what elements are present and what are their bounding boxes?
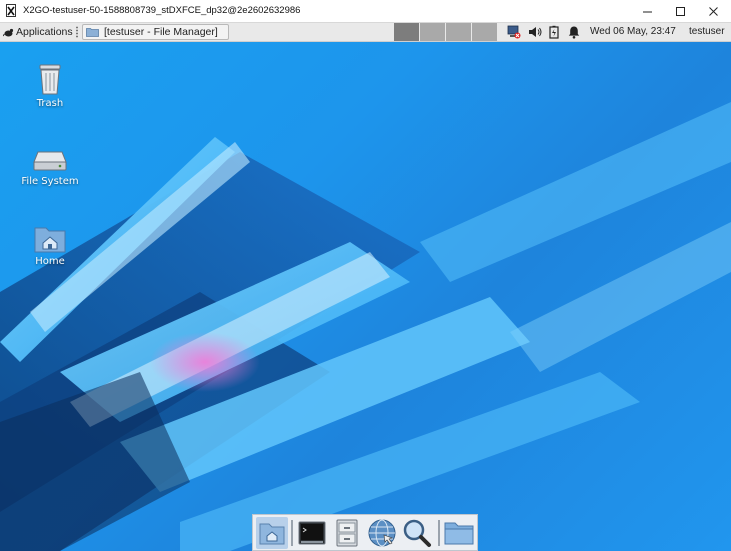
window-titlebar: X2GO-testuser-50-1588808739_stDXFCE_dp32… bbox=[0, 0, 731, 23]
file-manager-icon bbox=[336, 519, 358, 547]
maximize-icon bbox=[675, 7, 685, 16]
dock-folder[interactable] bbox=[443, 517, 475, 549]
dock-show-desktop[interactable] bbox=[256, 517, 288, 549]
dock-app-finder[interactable] bbox=[401, 517, 433, 549]
close-button[interactable] bbox=[697, 0, 729, 23]
clock[interactable]: Wed 06 May, 23:47 bbox=[590, 26, 676, 37]
applications-label: Applications bbox=[16, 26, 73, 38]
close-icon bbox=[708, 7, 718, 16]
terminal-icon bbox=[298, 521, 326, 545]
workspace-2[interactable] bbox=[420, 23, 445, 41]
drive-icon bbox=[33, 151, 67, 171]
network-disconnected-icon[interactable] bbox=[507, 25, 521, 39]
app-finder-icon bbox=[403, 519, 431, 547]
username-menu[interactable]: testuser bbox=[689, 26, 725, 37]
show-desktop-icon bbox=[259, 523, 285, 545]
minimize-icon bbox=[642, 11, 652, 13]
xfce-mouse-icon bbox=[3, 28, 14, 36]
workspace-1[interactable] bbox=[394, 23, 419, 41]
desktop-icon-label: File System bbox=[21, 176, 79, 187]
desktop-icon-trash[interactable]: Trash bbox=[15, 62, 85, 109]
trash-icon bbox=[39, 64, 61, 95]
maximize-button[interactable] bbox=[664, 0, 696, 23]
workspace-4[interactable] bbox=[472, 23, 497, 41]
window-title: X2GO-testuser-50-1588808739_stDXFCE_dp32… bbox=[23, 5, 301, 16]
volume-icon[interactable] bbox=[528, 25, 542, 39]
home-folder-icon bbox=[34, 227, 66, 253]
web-browser-icon bbox=[368, 519, 396, 547]
dock-panel bbox=[252, 514, 478, 551]
folder-icon bbox=[86, 28, 99, 37]
battery-icon[interactable] bbox=[547, 25, 561, 39]
taskbar-item-file-manager[interactable]: [testuser - File Manager] bbox=[82, 24, 229, 40]
folder-icon bbox=[444, 522, 474, 545]
dock-separator bbox=[438, 520, 440, 546]
applications-menu[interactable]: Applications bbox=[3, 23, 73, 41]
dock-terminal[interactable] bbox=[296, 517, 328, 549]
desktop-icon-file-system[interactable]: File System bbox=[15, 144, 85, 187]
taskbar-item-label: [testuser - File Manager] bbox=[104, 26, 218, 38]
dock-web-browser[interactable] bbox=[366, 517, 398, 549]
minimize-button[interactable] bbox=[631, 0, 663, 23]
desktop-icon-label: Trash bbox=[36, 98, 64, 109]
x2go-app-icon bbox=[6, 4, 16, 17]
desktop-icon-label: Home bbox=[35, 256, 65, 267]
wallpaper bbox=[0, 102, 731, 551]
workspace-3[interactable] bbox=[446, 23, 471, 41]
dock-file-manager[interactable] bbox=[331, 517, 363, 549]
top-panel: Applications [testuser - File Manager] W… bbox=[0, 23, 731, 42]
desktop[interactable]: Trash File System Home bbox=[0, 42, 731, 551]
panel-separator bbox=[76, 26, 78, 38]
desktop-icon-home[interactable]: Home bbox=[15, 224, 85, 267]
notification-bell-icon[interactable] bbox=[567, 25, 581, 39]
dock-separator bbox=[291, 520, 293, 546]
